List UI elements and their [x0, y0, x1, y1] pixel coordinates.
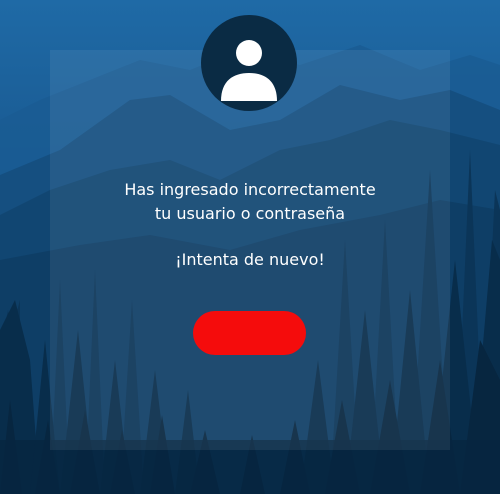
error-message-line-1: Has ingresado incorrectamente — [124, 180, 376, 199]
avatar — [201, 15, 297, 111]
retry-prompt: ¡Intenta de nuevo! — [175, 250, 325, 269]
retry-button[interactable] — [193, 311, 306, 355]
user-silhouette-icon — [221, 40, 277, 101]
error-screen: Has ingresado incorrectamente tu usuario… — [0, 0, 500, 494]
error-message: Has ingresado incorrectamente tu usuario… — [50, 178, 450, 272]
error-message-line-2: tu usuario o contraseña — [154, 204, 346, 223]
